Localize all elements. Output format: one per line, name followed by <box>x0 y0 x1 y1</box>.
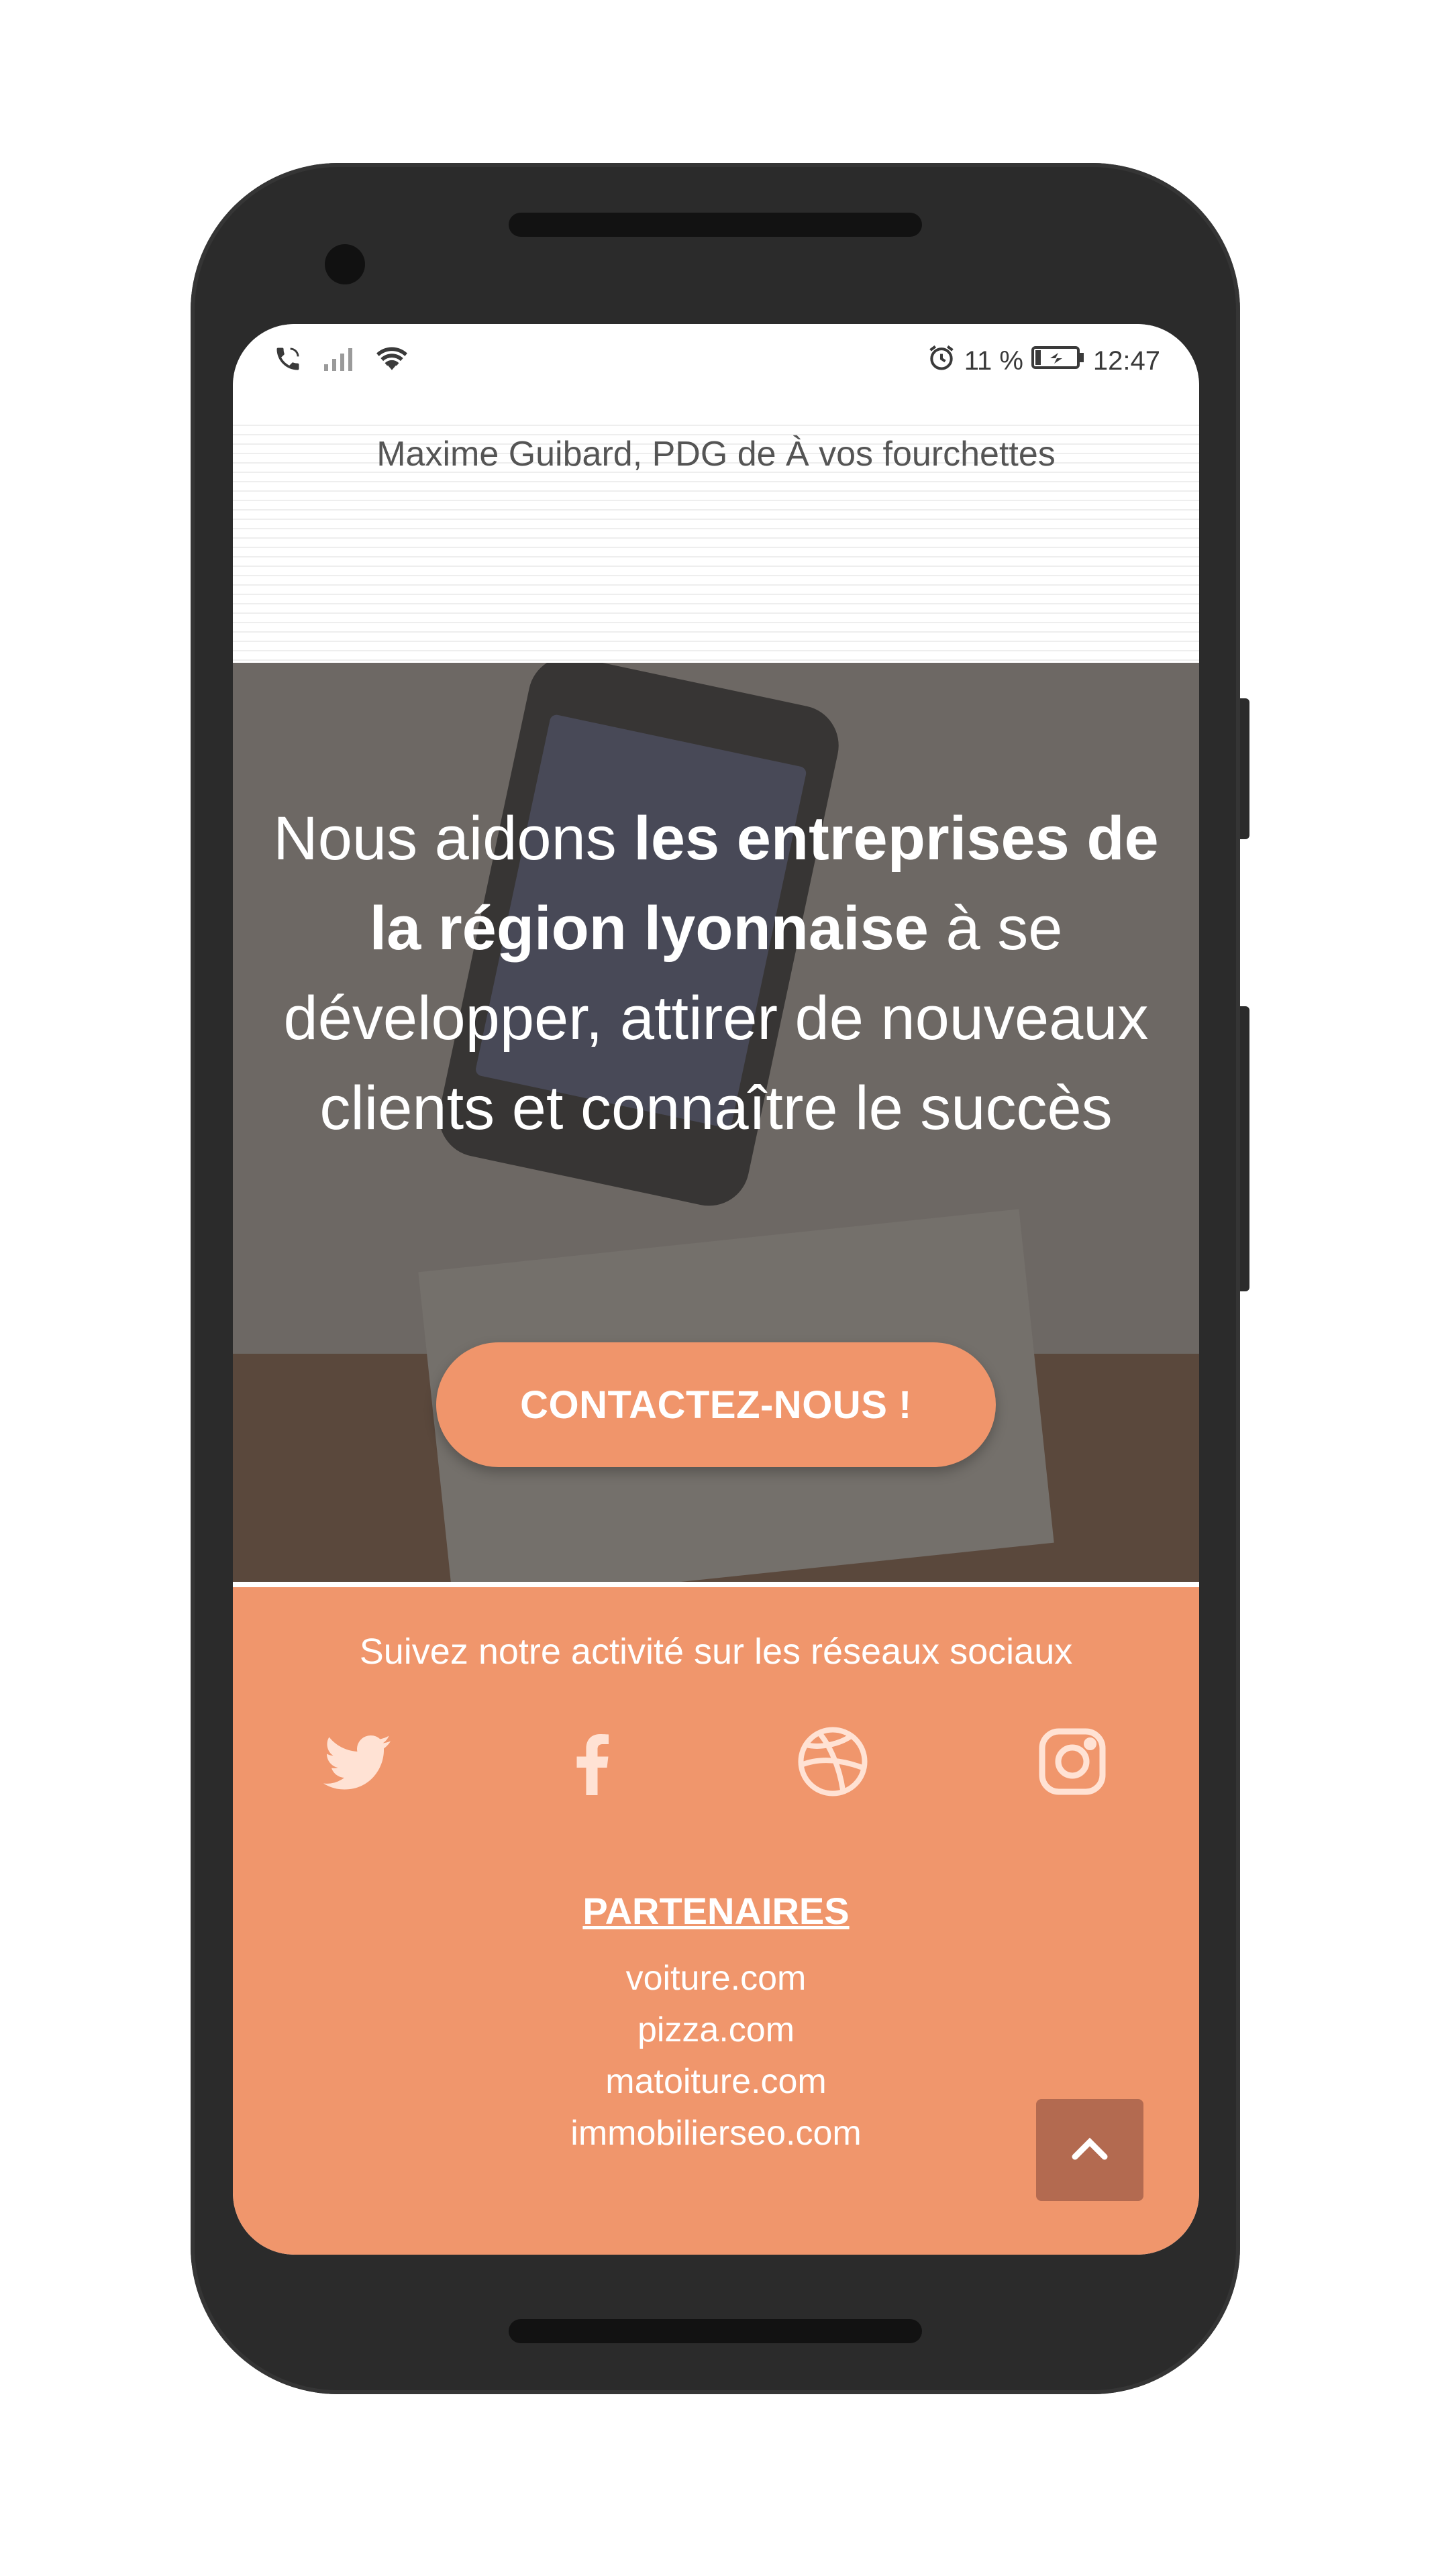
section-divider <box>233 1582 1199 1587</box>
testimonial-author: Maxime Guibard, PDG de À vos fourchettes <box>376 435 1056 474</box>
instagram-icon[interactable] <box>1032 1721 1113 1802</box>
scroll-to-top-button[interactable] <box>1036 2099 1143 2201</box>
wifi-call-icon <box>273 344 303 380</box>
power-button <box>1240 698 1249 839</box>
facebook-icon[interactable] <box>552 1721 633 1802</box>
clock: 12:47 <box>1092 345 1160 376</box>
hero-section: Nous aidons les entreprises de la région… <box>233 663 1199 1582</box>
testimonial-quote-clipped <box>233 398 1199 425</box>
screen: 11 % 12:47 Maxime Guibard, PDG de À vos … <box>233 324 1199 2255</box>
social-links <box>233 1721 1199 1802</box>
partner-link[interactable]: pizza.com <box>233 2004 1199 2056</box>
contact-button[interactable]: CONTACTEZ-NOUS ! <box>436 1342 996 1467</box>
partner-link[interactable]: voiture.com <box>233 1953 1199 2004</box>
dribbble-icon[interactable] <box>792 1721 873 1802</box>
social-title: Suivez notre activité sur les réseaux so… <box>359 1631 1073 1672</box>
headline-text: Nous aidons <box>273 804 634 873</box>
hero-headline: Nous aidons les entreprises de la région… <box>273 794 1159 1153</box>
testimonial-section: Maxime Guibard, PDG de À vos fourchettes <box>233 398 1199 663</box>
partners-title: PARTENAIRES <box>582 1890 850 1932</box>
earpiece-speaker <box>509 213 922 237</box>
twitter-icon[interactable] <box>317 1721 397 1802</box>
footer: Suivez notre activité sur les réseaux so… <box>233 1587 1199 2255</box>
front-camera <box>325 244 365 284</box>
bottom-speaker <box>509 2319 922 2343</box>
signal-icon <box>321 345 356 379</box>
wifi-icon <box>375 345 409 380</box>
chevron-up-icon <box>1071 2135 1109 2165</box>
status-bar: 11 % 12:47 <box>233 324 1199 398</box>
volume-button <box>1240 1006 1249 1291</box>
battery-icon <box>1031 345 1085 377</box>
battery-percent: 11 % <box>964 345 1023 376</box>
alarm-icon <box>927 343 956 379</box>
